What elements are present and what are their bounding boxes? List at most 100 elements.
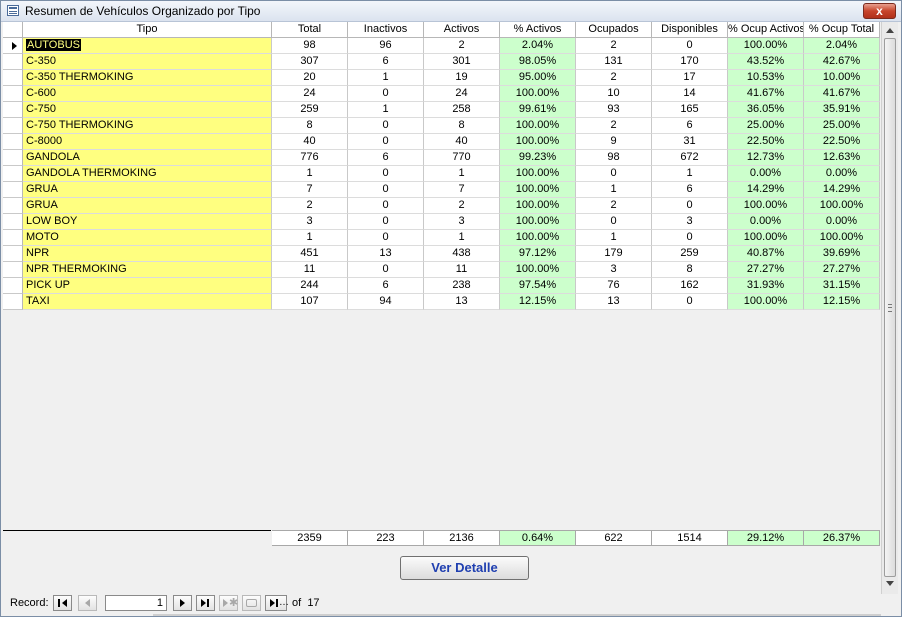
table-cell[interactable]: 170 [652,54,728,70]
table-cell[interactable]: 100.00% [728,38,804,54]
table-cell[interactable]: 2 [576,198,652,214]
table-cell[interactable]: 0 [652,38,728,54]
tipo-cell[interactable]: GRUA [23,198,272,214]
column-header[interactable]: Activos [424,22,500,38]
column-header[interactable]: % Ocup Activos [728,22,804,38]
table-cell[interactable]: 35.91% [804,102,880,118]
tipo-cell[interactable]: C-600 [23,86,272,102]
record-selector[interactable] [3,118,23,134]
first-record-button[interactable] [53,595,72,611]
table-cell[interactable]: 100.00% [500,262,576,278]
table-cell[interactable]: 0 [348,134,424,150]
table-cell[interactable]: 100.00% [500,166,576,182]
table-cell[interactable]: 2 [424,198,500,214]
tipo-cell[interactable]: TAXI [23,294,272,310]
table-cell[interactable]: 41.67% [728,86,804,102]
table-cell[interactable]: 1 [272,166,348,182]
record-selector[interactable] [3,246,23,262]
record-selector[interactable] [3,150,23,166]
table-cell[interactable]: 0.00% [804,214,880,230]
header-corner[interactable] [3,22,23,38]
table-cell[interactable]: 6 [348,278,424,294]
table-cell[interactable]: 11 [272,262,348,278]
record-selector[interactable] [3,294,23,310]
table-cell[interactable]: 100.00% [728,230,804,246]
table-cell[interactable]: 43.52% [728,54,804,70]
scroll-up-icon[interactable] [884,25,896,37]
record-selector[interactable] [3,198,23,214]
table-cell[interactable]: 0.00% [728,166,804,182]
table-cell[interactable]: 0 [652,294,728,310]
table-cell[interactable]: 6 [652,182,728,198]
tipo-cell[interactable]: NPR [23,246,272,262]
table-cell[interactable]: 36.05% [728,102,804,118]
table-cell[interactable]: 27.27% [804,262,880,278]
table-cell[interactable]: 95.00% [500,70,576,86]
record-selector[interactable] [3,70,23,86]
table-cell[interactable]: 22.50% [804,134,880,150]
record-selector[interactable] [3,166,23,182]
table-cell[interactable]: 259 [272,102,348,118]
table-cell[interactable]: 301 [424,54,500,70]
table-cell[interactable]: 1 [576,182,652,198]
tipo-cell[interactable]: C-350 THERMOKING [23,70,272,86]
record-selector[interactable] [3,86,23,102]
table-cell[interactable]: 2 [576,70,652,86]
table-cell[interactable]: 100.00% [500,198,576,214]
table-cell[interactable]: 1 [272,230,348,246]
table-cell[interactable]: 1 [576,230,652,246]
column-header[interactable]: % Ocup Total [804,22,880,38]
table-cell[interactable]: 165 [652,102,728,118]
new-record-button[interactable]: ✱ [219,595,238,611]
table-cell[interactable]: 98 [576,150,652,166]
table-cell[interactable]: 3 [424,214,500,230]
table-cell[interactable]: 13 [576,294,652,310]
table-cell[interactable]: 100.00% [728,198,804,214]
table-cell[interactable]: 20 [272,70,348,86]
table-cell[interactable]: 10.53% [728,70,804,86]
table-cell[interactable]: 14.29% [804,182,880,198]
table-cell[interactable]: 40.87% [728,246,804,262]
table-cell[interactable]: 451 [272,246,348,262]
table-cell[interactable]: 41.67% [804,86,880,102]
table-cell[interactable]: 7 [424,182,500,198]
table-cell[interactable]: 40 [424,134,500,150]
table-cell[interactable]: 22.50% [728,134,804,150]
scroll-down-icon[interactable] [884,578,896,590]
column-header[interactable]: % Activos [500,22,576,38]
table-cell[interactable]: 39.69% [804,246,880,262]
table-cell[interactable]: 11 [424,262,500,278]
table-cell[interactable]: 2 [576,118,652,134]
table-cell[interactable]: 98 [272,38,348,54]
table-cell[interactable]: 24 [272,86,348,102]
tipo-cell[interactable]: GRUA [23,182,272,198]
table-cell[interactable]: 0 [576,166,652,182]
column-header[interactable]: Ocupados [576,22,652,38]
table-cell[interactable]: 8 [652,262,728,278]
table-cell[interactable]: 97.54% [500,278,576,294]
table-cell[interactable]: 93 [576,102,652,118]
tipo-cell[interactable]: PICK UP [23,278,272,294]
column-header[interactable]: Disponibles [652,22,728,38]
table-cell[interactable]: 1 [424,230,500,246]
table-cell[interactable]: 42.67% [804,54,880,70]
table-cell[interactable]: 0 [576,214,652,230]
table-cell[interactable]: 14.29% [728,182,804,198]
table-cell[interactable]: 0 [348,86,424,102]
table-cell[interactable]: 0 [348,182,424,198]
table-cell[interactable]: 776 [272,150,348,166]
table-cell[interactable]: 6 [348,54,424,70]
table-cell[interactable]: 25.00% [728,118,804,134]
table-cell[interactable]: 19 [424,70,500,86]
tipo-cell[interactable]: NPR THERMOKING [23,262,272,278]
table-cell[interactable]: 27.27% [728,262,804,278]
table-cell[interactable]: 1 [348,102,424,118]
table-cell[interactable]: 2.04% [804,38,880,54]
table-cell[interactable]: 1 [348,70,424,86]
table-cell[interactable]: 107 [272,294,348,310]
tipo-cell[interactable]: C-350 [23,54,272,70]
table-cell[interactable]: 12.15% [804,294,880,310]
table-cell[interactable]: 1 [652,166,728,182]
table-cell[interactable]: 244 [272,278,348,294]
table-cell[interactable]: 6 [652,118,728,134]
